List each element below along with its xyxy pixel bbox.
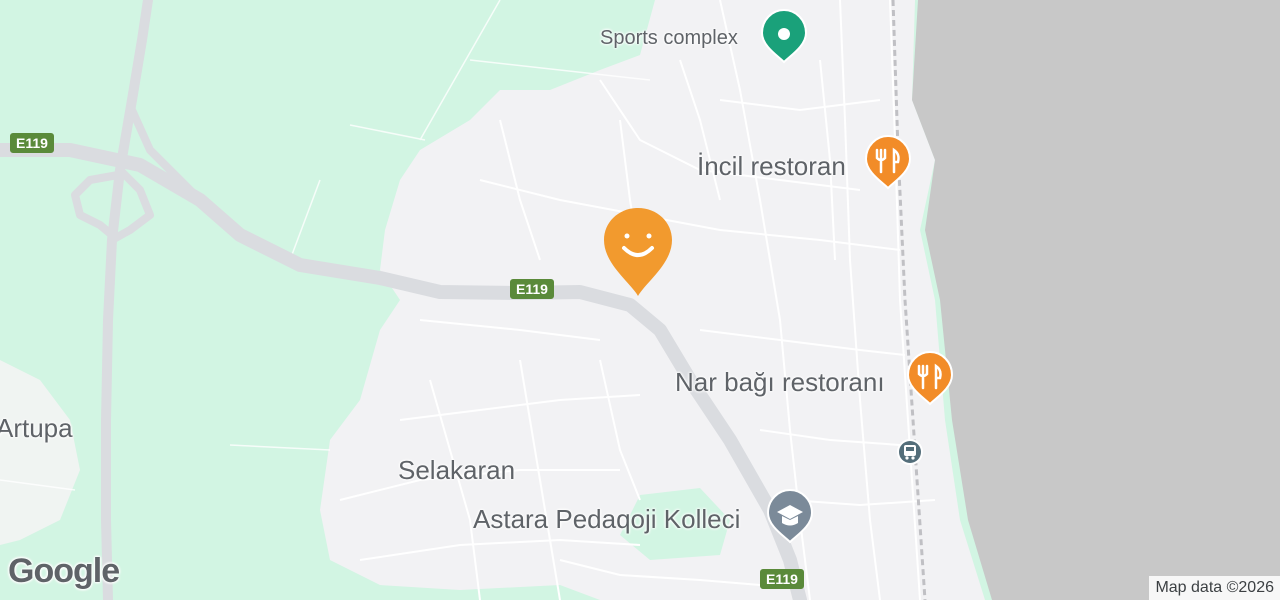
road-shield-e119: E119: [10, 133, 54, 153]
college-label[interactable]: Astara Pedaqoji Kolleci: [473, 504, 740, 535]
road-shield-e119: E119: [510, 279, 554, 299]
sea: [912, 0, 1280, 600]
bus-stop-marker[interactable]: [897, 439, 923, 465]
road-shield-label: E119: [12, 135, 52, 151]
incil-restoran-label[interactable]: İncil restoran: [697, 151, 846, 182]
road-shield-label: E119: [762, 571, 802, 587]
map-attribution[interactable]: Map data ©2026: [1149, 576, 1280, 600]
road-shield-label: E119: [512, 281, 552, 297]
road-shield-e119: E119: [760, 569, 804, 589]
sports-icon: [778, 28, 790, 40]
google-logo[interactable]: Google: [8, 552, 120, 591]
place-artupa: Artupa: [0, 413, 73, 443]
place-selakaran: Selakaran: [398, 455, 516, 485]
nar-bagi-label[interactable]: Nar bağı restoranı: [675, 367, 885, 398]
sports-complex-label[interactable]: Sports complex: [600, 27, 738, 50]
